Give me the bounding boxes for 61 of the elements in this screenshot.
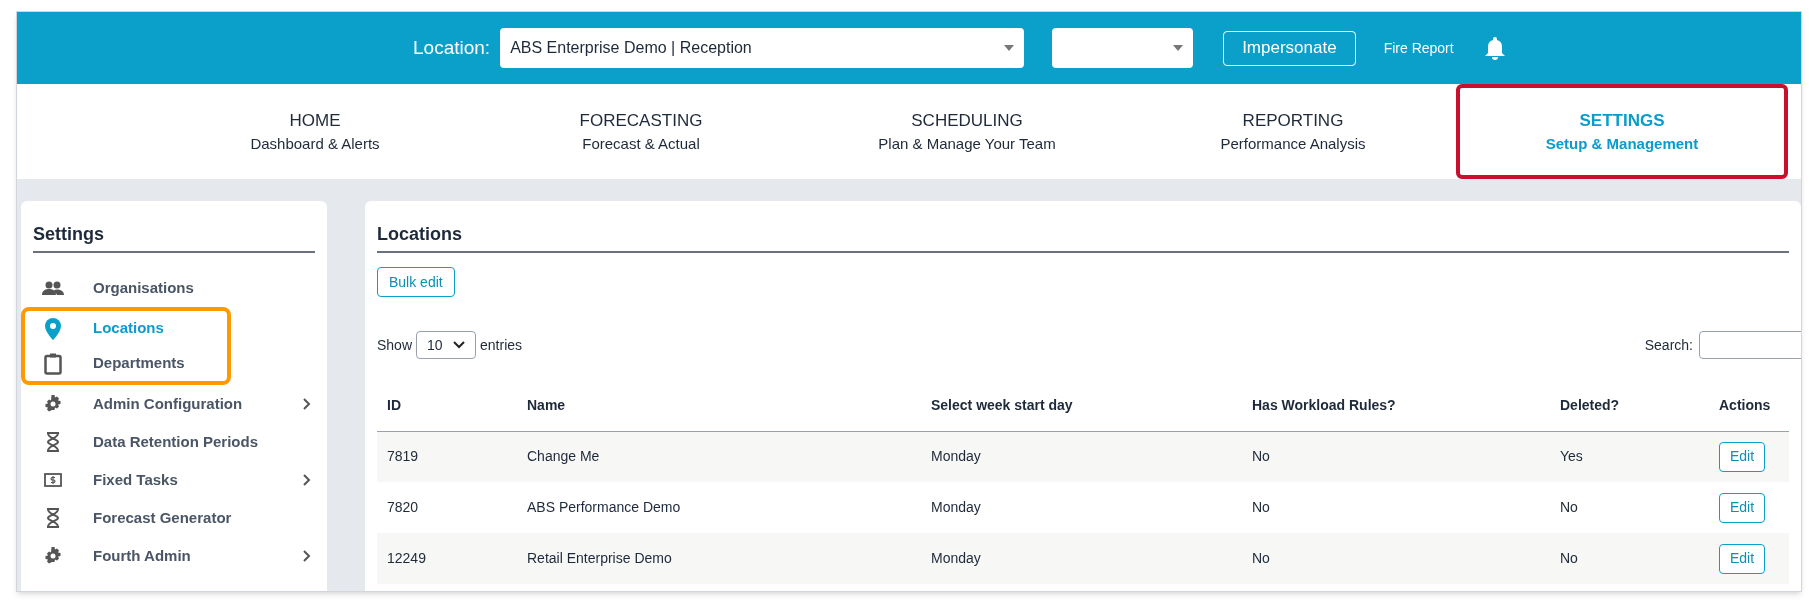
column-header: Deleted?	[1550, 381, 1709, 431]
edit-button[interactable]: Edit	[1719, 543, 1766, 574]
select-field[interactable]	[1052, 28, 1194, 68]
column-header: Actions	[1709, 381, 1789, 431]
location-label: Location:	[413, 35, 491, 60]
location-pin-icon	[45, 317, 61, 340]
gear-icon	[44, 395, 62, 413]
caret-icon	[1004, 45, 1015, 51]
column-header: Has Workload Rules?	[1242, 381, 1550, 431]
nav-tab[interactable]: HOME Dashboard & Alerts	[152, 84, 478, 179]
sidebar-item[interactable]: Admin Configuration	[33, 385, 315, 423]
bulk-edit-button[interactable]: Bulk edit	[377, 267, 455, 297]
chevron-down-icon	[453, 341, 466, 349]
gear-icon	[44, 547, 62, 565]
clipboard-icon	[44, 352, 62, 375]
entries-label: entries	[480, 335, 523, 355]
table-cell: No	[1550, 533, 1709, 584]
sidebar-item[interactable]: Organisations	[33, 269, 315, 307]
column-header: ID	[377, 381, 517, 431]
column-header: Select week start day	[921, 381, 1242, 431]
table-cell: Monday	[921, 482, 1242, 533]
search-label: Search:	[1644, 335, 1693, 355]
table-cell: Monday	[921, 431, 1242, 482]
sidebar-item[interactable]: Forecast Generator	[33, 499, 315, 537]
table-cell: Yes	[1550, 431, 1709, 482]
hourglass-icon	[46, 508, 60, 528]
search-field[interactable]	[1699, 331, 1801, 359]
page-title: Locations	[377, 223, 463, 246]
table-cell: Change Me	[517, 431, 921, 482]
sidebar-item[interactable]: Departments	[33, 346, 313, 381]
table-cell: No	[1242, 533, 1550, 584]
sidebar-item[interactable]: Fourth Admin	[33, 537, 315, 575]
edit-button[interactable]: Edit	[1719, 492, 1766, 523]
sidebar-item[interactable]: Fixed Tasks	[33, 461, 315, 499]
people-icon	[42, 281, 64, 295]
sidebar-title: Settings	[33, 223, 105, 246]
bell-icon[interactable]	[1483, 36, 1506, 60]
page-size-select[interactable]: 10	[416, 331, 477, 359]
sidebar-item[interactable]: Data Retention Periods	[33, 423, 315, 461]
location-select[interactable]: ABS Enterprise Demo | Reception	[500, 28, 1025, 68]
chevron-right-icon	[303, 398, 311, 410]
column-header: Name	[517, 381, 921, 431]
chevron-right-icon	[303, 550, 311, 562]
table-cell: ABS Performance Demo	[517, 482, 921, 533]
edit-button[interactable]: Edit	[1719, 441, 1766, 472]
dollar-bill-icon	[44, 473, 62, 487]
table-cell: No	[1242, 431, 1550, 482]
caret-icon	[1173, 45, 1184, 51]
nav-tab[interactable]: SCHEDULING Plan & Manage Your Team	[804, 84, 1130, 179]
hourglass-icon	[46, 432, 60, 452]
table-cell: 12249	[377, 533, 517, 584]
show-label: Show	[377, 335, 413, 355]
table-cell: 7819	[377, 431, 517, 482]
table-cell: No	[1242, 482, 1550, 533]
table-cell: Monday	[921, 533, 1242, 584]
nav-tab[interactable]: REPORTING Performance Analysis	[1130, 84, 1456, 179]
nav-tab[interactable]: FORECASTING Forecast & Actual	[478, 84, 804, 179]
table-cell: Retail Enterprise Demo	[517, 533, 921, 584]
table-cell: 7820	[377, 482, 517, 533]
table-cell: No	[1550, 482, 1709, 533]
chevron-right-icon	[303, 474, 311, 486]
